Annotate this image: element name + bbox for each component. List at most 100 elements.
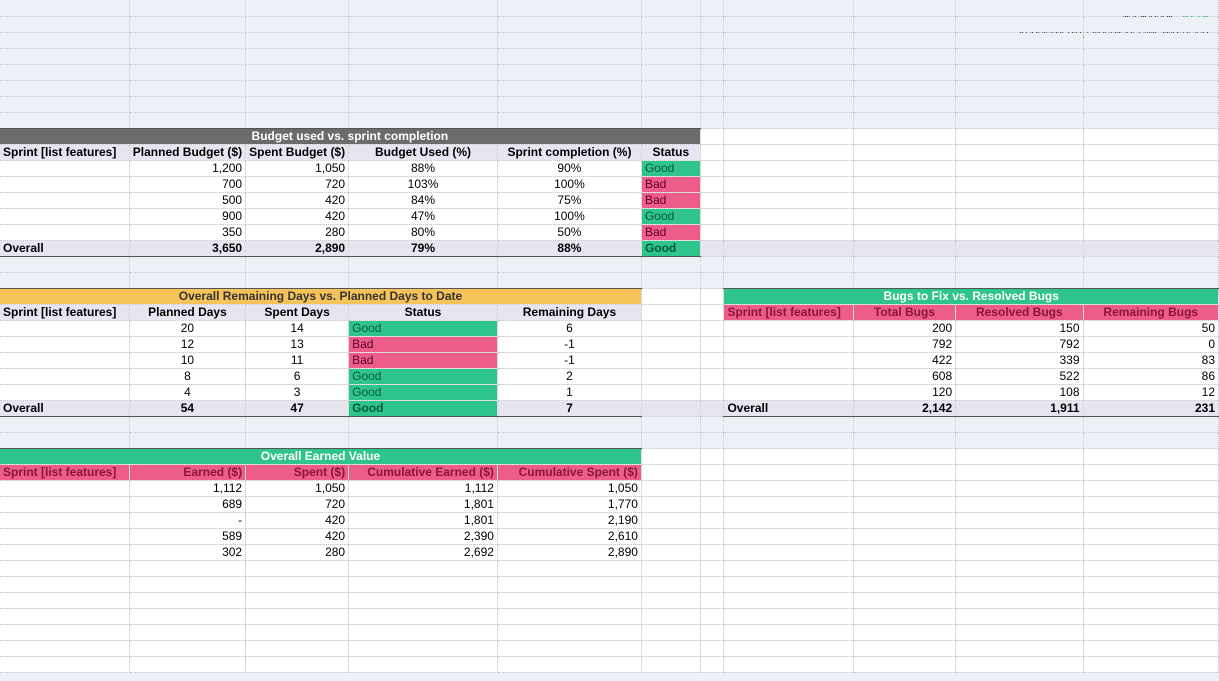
cell[interactable] — [724, 512, 853, 528]
cell[interactable] — [246, 656, 349, 672]
cell[interactable] — [641, 80, 700, 96]
cell[interactable] — [853, 624, 955, 640]
cell[interactable] — [349, 80, 498, 96]
earned-header[interactable]: Cumulative Earned ($) — [349, 464, 498, 480]
budget-title[interactable]: Budget used vs. sprint completion — [0, 128, 700, 144]
cell[interactable] — [1083, 640, 1218, 656]
cell[interactable] — [641, 304, 700, 320]
status-badge[interactable]: Good — [641, 208, 700, 224]
cell[interactable] — [1083, 560, 1218, 576]
cell[interactable] — [0, 496, 129, 512]
cell[interactable] — [1083, 544, 1218, 560]
cell[interactable] — [0, 368, 129, 384]
cell[interactable] — [641, 16, 700, 32]
cell[interactable] — [246, 416, 349, 432]
remaining-header[interactable]: Spent Days — [246, 304, 349, 320]
cell[interactable] — [129, 576, 245, 592]
cell[interactable]: 8 — [129, 368, 245, 384]
cell[interactable] — [724, 80, 853, 96]
cell[interactable]: 79% — [349, 240, 498, 256]
cell[interactable] — [0, 640, 129, 656]
cell[interactable] — [700, 288, 724, 304]
cell[interactable] — [0, 112, 129, 128]
cell[interactable] — [853, 192, 955, 208]
cell[interactable] — [641, 96, 700, 112]
cell[interactable]: 1,112 — [129, 480, 245, 496]
cell[interactable] — [700, 416, 724, 432]
cell[interactable] — [700, 160, 724, 176]
cell[interactable]: 14 — [246, 320, 349, 336]
cell[interactable] — [956, 528, 1083, 544]
cell[interactable] — [724, 0, 853, 16]
cell[interactable] — [497, 256, 641, 272]
cell[interactable] — [1083, 224, 1218, 240]
cell[interactable] — [1083, 416, 1218, 432]
cell[interactable]: 88% — [349, 160, 498, 176]
cell[interactable]: 3,650 — [129, 240, 245, 256]
cell[interactable] — [853, 640, 955, 656]
cell[interactable] — [700, 224, 724, 240]
cell[interactable] — [724, 640, 853, 656]
cell[interactable] — [1083, 624, 1218, 640]
cell[interactable]: 1,050 — [246, 480, 349, 496]
cell[interactable] — [641, 64, 700, 80]
cell[interactable]: 231 — [1083, 400, 1218, 416]
cell[interactable] — [497, 416, 641, 432]
cell[interactable] — [956, 16, 1083, 32]
cell[interactable] — [641, 288, 700, 304]
cell[interactable] — [724, 144, 853, 160]
cell[interactable] — [349, 96, 498, 112]
cell[interactable] — [853, 96, 955, 112]
cell[interactable] — [0, 256, 129, 272]
cell[interactable]: 47 — [246, 400, 349, 416]
cell[interactable] — [497, 16, 641, 32]
cell[interactable]: 792 — [956, 336, 1083, 352]
cell[interactable] — [700, 176, 724, 192]
cell[interactable]: 420 — [246, 208, 349, 224]
earned-header[interactable]: Spent ($) — [246, 464, 349, 480]
cell[interactable] — [853, 480, 955, 496]
cell[interactable]: 689 — [129, 496, 245, 512]
cell[interactable] — [129, 256, 245, 272]
remaining-title[interactable]: Overall Remaining Days vs. Planned Days … — [0, 288, 641, 304]
cell[interactable] — [700, 432, 724, 448]
cell[interactable] — [700, 32, 724, 48]
cell[interactable] — [1083, 144, 1218, 160]
cell[interactable] — [724, 496, 853, 512]
cell[interactable]: 12 — [129, 336, 245, 352]
budget-header[interactable]: Sprint [list features] — [0, 144, 129, 160]
cell[interactable] — [853, 32, 955, 48]
cell[interactable] — [853, 496, 955, 512]
cell[interactable] — [956, 512, 1083, 528]
cell[interactable]: 2,142 — [853, 400, 955, 416]
bugs-header[interactable]: Resolved Bugs — [956, 304, 1083, 320]
cell[interactable] — [129, 656, 245, 672]
cell[interactable] — [956, 128, 1083, 144]
cell[interactable]: 86 — [1083, 368, 1218, 384]
cell[interactable]: 2,890 — [497, 544, 641, 560]
cell[interactable] — [0, 384, 129, 400]
cell[interactable] — [853, 80, 955, 96]
cell[interactable] — [1083, 512, 1218, 528]
cell[interactable] — [956, 608, 1083, 624]
cell[interactable] — [956, 656, 1083, 672]
cell[interactable] — [349, 432, 498, 448]
cell[interactable]: 1,050 — [246, 160, 349, 176]
cell[interactable]: -1 — [497, 352, 641, 368]
cell[interactable] — [956, 48, 1083, 64]
cell[interactable]: Good — [641, 240, 700, 256]
cell[interactable]: 608 — [853, 368, 955, 384]
cell[interactable] — [956, 160, 1083, 176]
remaining-header[interactable]: Sprint [list features] — [0, 304, 129, 320]
cell[interactable] — [700, 640, 724, 656]
cell[interactable] — [641, 112, 700, 128]
cell[interactable] — [724, 528, 853, 544]
cell[interactable]: 1,050 — [497, 480, 641, 496]
cell[interactable] — [349, 624, 498, 640]
cell[interactable] — [956, 544, 1083, 560]
cell[interactable] — [853, 176, 955, 192]
cell[interactable]: 84% — [349, 192, 498, 208]
status-badge[interactable]: Good — [641, 160, 700, 176]
cell[interactable] — [1083, 96, 1218, 112]
cell[interactable] — [700, 128, 724, 144]
